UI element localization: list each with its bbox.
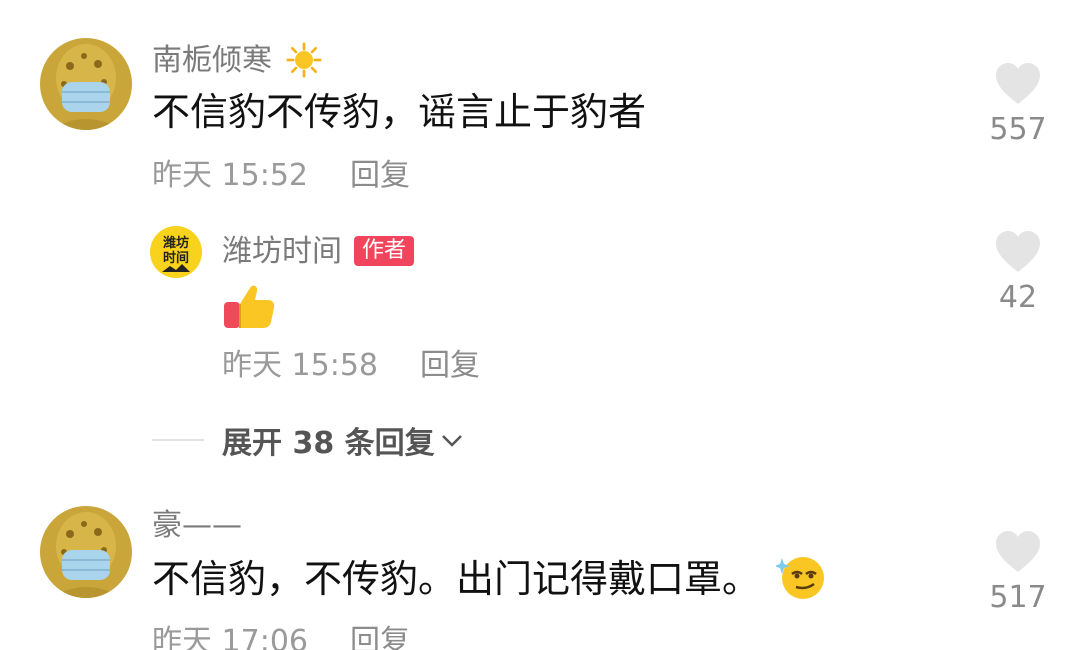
like-count: 42 <box>998 280 1038 315</box>
avatar-leopard-mask-image <box>40 506 132 598</box>
heart-icon <box>996 531 1040 572</box>
author-avatar[interactable]: 潍坊 时间 <box>150 226 202 278</box>
expand-replies-button[interactable]: 展开 38 条回复 <box>152 420 465 461</box>
reply-item: 潍坊 时间 潍坊时间 作者 昨天 15:58 回复 42 <box>0 210 1080 410</box>
reply-meta: 昨天 15:58 回复 <box>222 348 480 384</box>
comment-text-body: 不信豹，不传豹。出门记得戴口罩。 <box>152 557 761 601</box>
smirk-emoji-icon <box>774 557 825 599</box>
like-count: 557 <box>989 112 1047 147</box>
comment-meta: 昨天 15:52 回复 <box>152 158 410 194</box>
comment-section: 南栀倾寒 不信豹不传豹，谣言止于豹者 昨天 15:52 回复 557 潍坊 时间… <box>0 0 1080 650</box>
username-text: 潍坊时间 <box>222 234 342 269</box>
logo-text-1: 潍坊 <box>163 235 189 251</box>
reply-username[interactable]: 潍坊时间 作者 <box>222 234 415 270</box>
comment-time: 昨天 17:06 <box>152 624 308 650</box>
like-button[interactable]: 517 <box>968 530 1068 616</box>
reply-time: 昨天 15:58 <box>222 348 378 383</box>
comment-text: 不信豹不传豹，谣言止于豹者 <box>152 90 647 134</box>
like-count: 517 <box>989 580 1047 615</box>
author-logo-image: 潍坊 时间 <box>150 226 202 278</box>
expand-label: 展开 38 条回复 <box>222 426 435 461</box>
comment-time: 昨天 15:52 <box>152 158 308 193</box>
reply-button[interactable]: 回复 <box>350 158 410 193</box>
comment-username[interactable]: 南栀倾寒 <box>152 42 324 79</box>
reply-button[interactable]: 回复 <box>420 348 480 383</box>
like-button[interactable]: 42 <box>968 230 1068 316</box>
reply-button[interactable]: 回复 <box>350 624 410 650</box>
thumbs-up-icon <box>224 285 275 328</box>
heart-icon <box>996 63 1040 104</box>
comment-username[interactable]: 豪—— <box>152 508 242 544</box>
avatar[interactable] <box>40 38 132 130</box>
chevron-down-icon <box>441 435 462 447</box>
avatar-leopard-mask-image <box>40 38 132 130</box>
comment-meta: 昨天 17:06 回复 <box>152 624 410 650</box>
divider-line <box>152 439 204 441</box>
comment-text: 不信豹，不传豹。出门记得戴口罩。 <box>152 554 826 603</box>
username-text: 南栀倾寒 <box>152 43 272 78</box>
reply-content <box>222 282 278 336</box>
comment-item: 南栀倾寒 不信豹不传豹，谣言止于豹者 昨天 15:52 回复 557 <box>0 0 1080 210</box>
author-badge: 作者 <box>354 236 415 266</box>
like-button[interactable]: 557 <box>968 62 1068 148</box>
comment-item: 豪—— 不信豹，不传豹。出门记得戴口罩。 昨天 17:06 回复 517 <box>0 490 1080 650</box>
sun-icon <box>285 42 322 78</box>
heart-icon <box>996 231 1040 272</box>
avatar[interactable] <box>40 506 132 598</box>
logo-text-2: 时间 <box>163 250 189 266</box>
